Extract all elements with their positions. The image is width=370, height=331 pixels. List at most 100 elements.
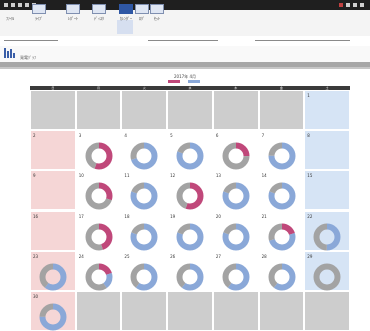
- donut-chart[interactable]: [268, 142, 296, 170]
- donut-chart[interactable]: [130, 223, 158, 251]
- calendar-day-cell[interactable]: 25: [121, 250, 168, 291]
- calendar-day-cell[interactable]: 20: [212, 210, 259, 251]
- calendar-day-cell[interactable]: 22: [304, 210, 350, 251]
- file-icon: [4, 4, 16, 14]
- donut-chart[interactable]: [268, 182, 296, 210]
- ribbon-tab-report[interactable]: ﾚﾎﾟｰﾄ: [66, 4, 80, 22]
- calendar-day-cell[interactable]: 24: [75, 250, 122, 291]
- log-icon: [135, 4, 149, 14]
- calendar-day-cell[interactable]: 6: [212, 130, 259, 171]
- calendar-day-cell[interactable]: 13: [212, 170, 259, 211]
- ribbon-tab-label: ﾃﾞｨｽｸ: [94, 16, 104, 21]
- calendar-day-cell[interactable]: 14: [258, 170, 305, 211]
- calendar-day-cell[interactable]: 26: [167, 250, 213, 291]
- redo-icon[interactable]: [25, 3, 29, 7]
- calendar-day-cell[interactable]: 11: [121, 170, 168, 211]
- day-number: 8: [307, 133, 310, 139]
- ribbon-tab-log[interactable]: ﾛｸﾞ: [135, 4, 149, 22]
- ribbon-tab-live[interactable]: ﾗｲﾌﾞ: [32, 4, 46, 22]
- close-icon[interactable]: [360, 3, 364, 7]
- day-number: 9: [33, 173, 36, 179]
- donut-chart[interactable]: [85, 142, 113, 170]
- calendar-day-cell: [75, 90, 122, 131]
- calendar-day-cell[interactable]: 4: [121, 130, 168, 171]
- legend-item-primary: [168, 80, 182, 83]
- day-number: 4: [124, 133, 127, 139]
- calendar-icon: [119, 4, 133, 14]
- ribbon-tab-label: ｾｯﾄ: [154, 16, 160, 21]
- calendar-day-cell[interactable]: 19: [167, 210, 213, 251]
- calendar-day-cell[interactable]: 23: [30, 250, 76, 291]
- ribbon-tab-calendar[interactable]: ｶﾚﾝﾀﾞｰ: [119, 4, 133, 22]
- day-number: 23: [33, 253, 39, 259]
- ribbon-tab-file[interactable]: ﾌｧｲﾙ: [4, 4, 16, 22]
- donut-chart[interactable]: [39, 303, 67, 331]
- donut-chart[interactable]: [176, 142, 204, 170]
- calendar-day-cell[interactable]: 1: [304, 90, 350, 131]
- donut-chart[interactable]: [39, 263, 67, 291]
- day-number: 25: [124, 253, 130, 259]
- donut-chart[interactable]: [268, 223, 296, 251]
- donut-chart[interactable]: [176, 263, 204, 291]
- undo-icon[interactable]: [18, 3, 22, 7]
- calendar-day-cell: [75, 290, 122, 331]
- calendar-day-cell[interactable]: 16: [30, 210, 76, 251]
- donut-chart[interactable]: [176, 223, 204, 251]
- calendar-day-cell[interactable]: 7: [258, 130, 305, 171]
- donut-chart[interactable]: [130, 263, 158, 291]
- calendar-day-cell: [304, 290, 350, 331]
- day-number: 15: [307, 173, 313, 179]
- donut-chart[interactable]: [222, 263, 250, 291]
- ribbon-tab-label: ｶﾚﾝﾀﾞｰ: [120, 16, 132, 21]
- donut-chart[interactable]: [222, 182, 250, 210]
- calendar-day-cell[interactable]: 8: [304, 130, 350, 171]
- calendar-day-cell[interactable]: 5: [167, 130, 213, 171]
- calendar-day-cell[interactable]: 15: [304, 170, 350, 211]
- donut-chart[interactable]: [176, 182, 204, 210]
- calendar-day-cell: [212, 90, 259, 131]
- donut-chart[interactable]: [222, 223, 250, 251]
- day-number: 17: [78, 213, 84, 219]
- donut-chart[interactable]: [313, 263, 341, 291]
- bar-chart-icon[interactable]: [4, 48, 18, 58]
- calendar-day-cell[interactable]: 9: [30, 170, 76, 211]
- calendar-day-cell[interactable]: 17: [75, 210, 122, 251]
- monitor-icon: [32, 4, 46, 14]
- donut-chart[interactable]: [130, 182, 158, 210]
- ribbon-tab-disk[interactable]: ﾃﾞｨｽｸ: [92, 4, 106, 22]
- title-bar: [0, 0, 370, 10]
- donut-chart[interactable]: [85, 223, 113, 251]
- calendar-day-cell[interactable]: 18: [121, 210, 168, 251]
- day-number: 11: [124, 173, 130, 179]
- sub-toolbar: [0, 36, 370, 42]
- calendar-day-cell[interactable]: 28: [258, 250, 305, 291]
- donut-chart[interactable]: [313, 223, 341, 251]
- calendar-day-cell[interactable]: 10: [75, 170, 122, 211]
- divider-line: [4, 40, 58, 41]
- calendar-day-cell[interactable]: 3: [75, 130, 122, 171]
- calendar-day-cell[interactable]: 27: [212, 250, 259, 291]
- calendar-day-cell[interactable]: 29: [304, 250, 350, 291]
- minimize-icon[interactable]: [353, 3, 357, 7]
- calendar-day-cell[interactable]: 12: [167, 170, 213, 211]
- ribbon-tab-set[interactable]: ｾｯﾄ: [150, 4, 164, 22]
- calendar-day-cell[interactable]: 2: [30, 130, 76, 171]
- day-number: 16: [33, 213, 39, 219]
- donut-chart[interactable]: [268, 263, 296, 291]
- calendar-day-cell[interactable]: 30: [30, 290, 76, 331]
- calendar-day-cell: [212, 290, 259, 331]
- day-number: 19: [170, 213, 176, 219]
- day-number: 5: [170, 133, 173, 139]
- donut-chart[interactable]: [130, 142, 158, 170]
- calendar-day-cell[interactable]: 21: [258, 210, 305, 251]
- ribbon-tab-label: ﾛｸﾞ: [139, 16, 145, 21]
- day-number: 22: [307, 213, 313, 219]
- donut-chart[interactable]: [85, 263, 113, 291]
- donut-chart[interactable]: [85, 182, 113, 210]
- donut-chart[interactable]: [222, 142, 250, 170]
- toolbar-right: [339, 2, 364, 8]
- report-icon: [66, 4, 80, 14]
- settings-icon: [150, 4, 164, 14]
- help-icon[interactable]: [346, 3, 350, 7]
- calendar-day-cell: [258, 290, 305, 331]
